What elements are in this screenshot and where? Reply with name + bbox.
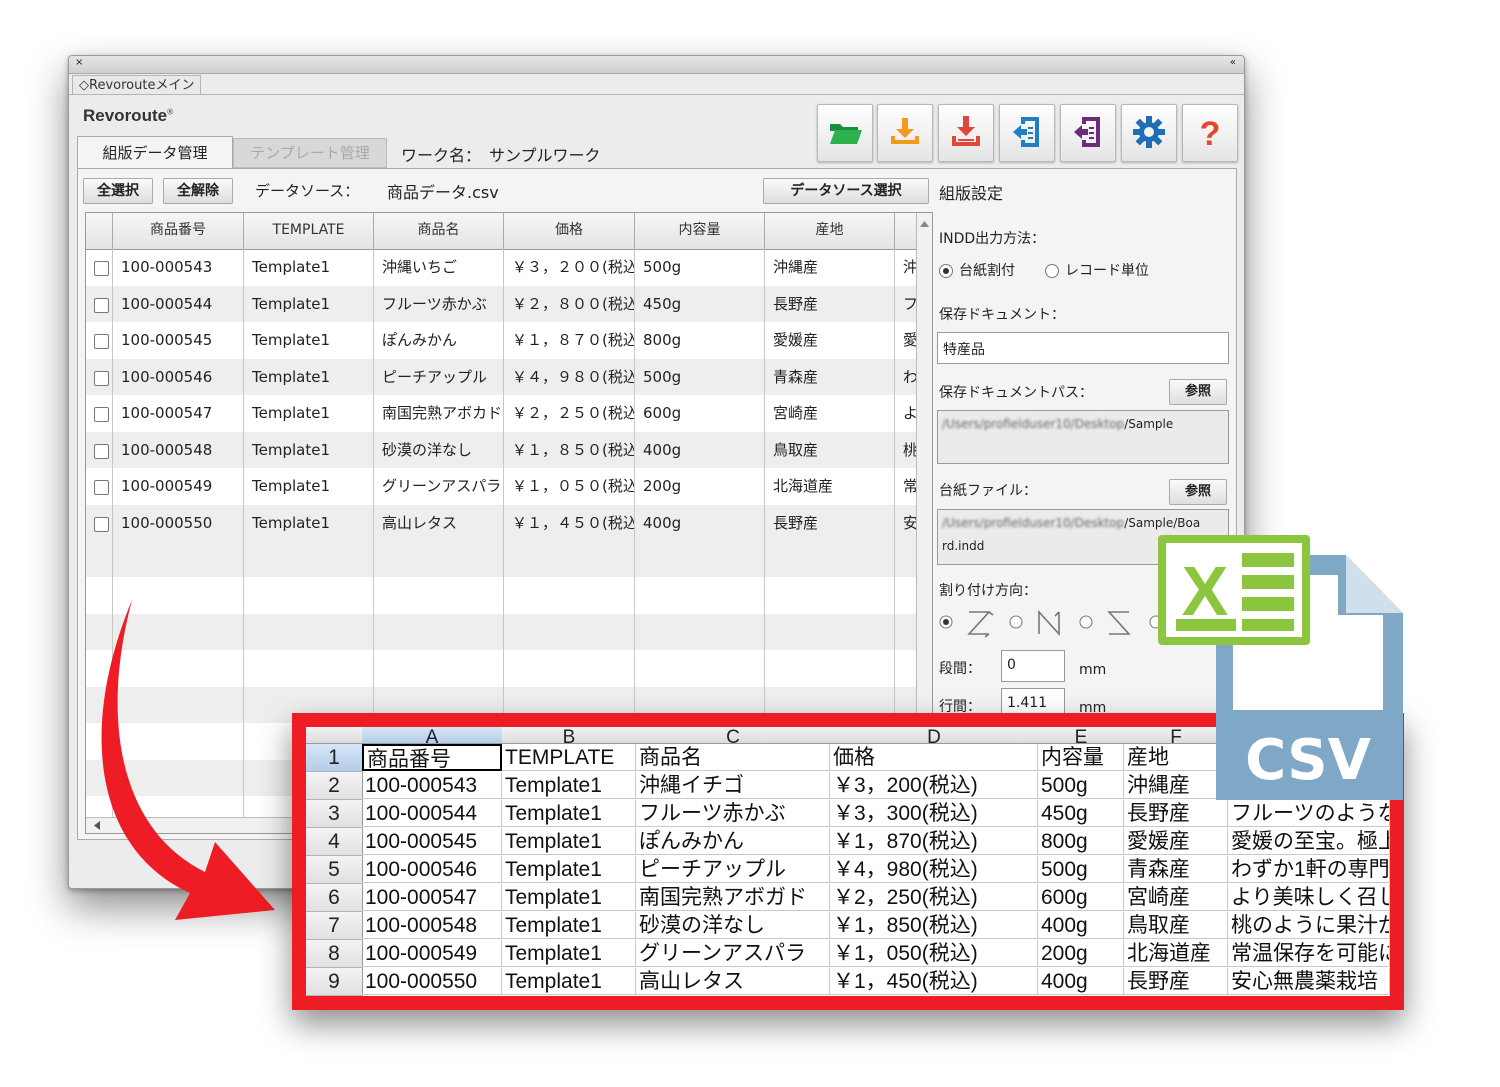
sheet-cell[interactable]: わずか1軒の専門 (1228, 856, 1390, 883)
sheet-cell[interactable]: Template1 (502, 968, 636, 995)
sheet-cell[interactable]: ￥4，980(税込) (830, 856, 1038, 883)
row-number[interactable]: 8 (306, 940, 363, 968)
column-header[interactable]: E (1038, 727, 1124, 744)
sheet-cell[interactable]: 100-000548 (362, 912, 502, 939)
sheet-cell[interactable]: 500g (1038, 856, 1124, 883)
sheet-cell[interactable]: ￥1，870(税込) (830, 828, 1038, 855)
sheet-cell[interactable]: 100-000547 (362, 884, 502, 911)
sheet-cell[interactable]: ￥3，200(税込) (830, 772, 1038, 799)
sheet-cell[interactable]: 南国完熟アボガド (636, 884, 830, 911)
sheet-cell[interactable]: 600g (1038, 884, 1124, 911)
sheet-cell[interactable]: 商品名 (636, 744, 830, 771)
sheet-cell[interactable]: 長野産 (1124, 968, 1228, 995)
row-number[interactable]: 9 (306, 968, 363, 996)
row-number[interactable]: 6 (306, 884, 363, 912)
sheet-cell[interactable]: グリーンアスパラ (636, 940, 830, 967)
sheet-cell[interactable]: ￥1，850(税込) (830, 912, 1038, 939)
row-number[interactable]: 5 (306, 856, 363, 884)
sheet-cell[interactable]: 100-000546 (362, 856, 502, 883)
arrow-shape (101, 600, 275, 920)
column-header[interactable]: D (830, 727, 1038, 744)
sheet-cell[interactable]: 愛媛の至宝。極上 (1228, 828, 1390, 855)
sheet-cell[interactable]: 北海道産 (1124, 940, 1228, 967)
sheet-cell[interactable]: 100-000550 (362, 968, 502, 995)
sheet-cell[interactable]: 400g (1038, 968, 1124, 995)
sheet-cell[interactable]: 100-000543 (362, 772, 502, 799)
sheet-cell[interactable]: 青森産 (1124, 856, 1228, 883)
sheet-cell[interactable]: TEMPLATE (502, 744, 636, 771)
sheet-cell[interactable]: 200g (1038, 940, 1124, 967)
sheet-cell[interactable]: ￥2，250(税込) (830, 884, 1038, 911)
sheet-cell[interactable]: 100-000545 (362, 828, 502, 855)
column-header[interactable]: A (362, 727, 502, 744)
sheet-cell[interactable]: 桃のように果汁が (1228, 912, 1390, 939)
sheet-cell[interactable]: 800g (1038, 828, 1124, 855)
sheet-cell[interactable]: 鳥取産 (1124, 912, 1228, 939)
csv-file-icon: CSV X (1158, 535, 1403, 800)
excel-x-icon: X (1182, 552, 1229, 630)
column-header[interactable]: B (502, 727, 636, 744)
row-number[interactable]: 3 (306, 800, 363, 828)
sheet-cell[interactable]: 砂漠の洋なし (636, 912, 830, 939)
sheet-cell[interactable]: より美味しく召し (1228, 884, 1390, 911)
corner-cell[interactable] (306, 727, 362, 744)
sheet-cell[interactable]: 常温保存を可能に (1228, 940, 1390, 967)
sheet-cell[interactable]: ￥1，050(税込) (830, 940, 1038, 967)
sheet-cell[interactable]: Template1 (502, 772, 636, 799)
row-number[interactable]: 1 (306, 744, 363, 772)
sheet-cell[interactable]: 500g (1038, 772, 1124, 799)
sheet-cell[interactable]: 450g (1038, 800, 1124, 827)
row-number[interactable]: 4 (306, 828, 363, 856)
sheet-cell[interactable]: 宮崎産 (1124, 884, 1228, 911)
sheet-cell[interactable]: 沖縄イチゴ (636, 772, 830, 799)
sheet-cell[interactable]: ピーチアップル (636, 856, 830, 883)
sheet-cell[interactable]: 価格 (830, 744, 1038, 771)
sheet-cell[interactable]: ぽんみかん (636, 828, 830, 855)
row-number[interactable]: 7 (306, 912, 363, 940)
csv-label: CSV (1245, 728, 1371, 793)
row-number[interactable]: 2 (306, 772, 363, 800)
sheet-cell[interactable]: 内容量 (1038, 744, 1124, 771)
sheet-cell[interactable]: ￥3，300(税込) (830, 800, 1038, 827)
sheet-cell[interactable]: ￥1，450(税込) (830, 968, 1038, 995)
column-header[interactable]: C (636, 727, 830, 744)
sheet-cell[interactable]: 安心無農薬栽培 (1228, 968, 1390, 995)
sheet-cell[interactable]: 100-000544 (362, 800, 502, 827)
sheet-cell[interactable]: Template1 (502, 884, 636, 911)
sheet-cell[interactable]: Template1 (502, 912, 636, 939)
sheet-cell[interactable]: 商品番号 (362, 744, 502, 771)
sheet-cell[interactable]: Template1 (502, 828, 636, 855)
sheet-cell[interactable]: フルーツ赤かぶ (636, 800, 830, 827)
sheet-cell[interactable]: Template1 (502, 800, 636, 827)
sheet-cell[interactable]: 高山レタス (636, 968, 830, 995)
sheet-cell[interactable]: 愛媛産 (1124, 828, 1228, 855)
sheet-cell[interactable]: 100-000549 (362, 940, 502, 967)
sheet-cell[interactable]: Template1 (502, 856, 636, 883)
sheet-cell[interactable]: 400g (1038, 912, 1124, 939)
sheet-cell[interactable]: Template1 (502, 940, 636, 967)
